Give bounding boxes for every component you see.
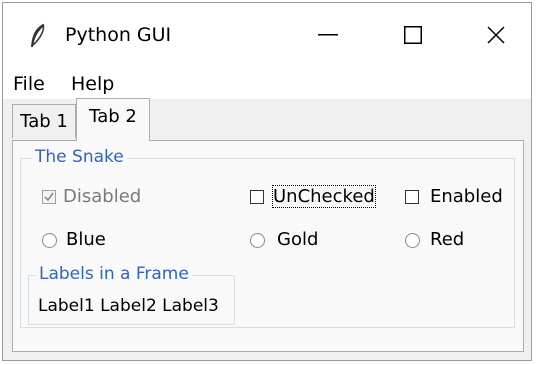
blue-radio-label[interactable]: Blue xyxy=(66,229,106,250)
snake-frame-title: The Snake xyxy=(32,147,127,167)
menu-help[interactable]: Help xyxy=(71,73,114,95)
unchecked-checkbox-label[interactable]: UnChecked xyxy=(272,185,376,208)
close-icon xyxy=(487,26,505,44)
disabled-checkbox-label: Disabled xyxy=(63,186,142,207)
maximize-button[interactable] xyxy=(378,3,448,67)
minimize-button[interactable] xyxy=(293,3,363,67)
menu-bar: File Help xyxy=(3,67,531,99)
unchecked-checkbox[interactable] xyxy=(250,190,264,204)
red-radio-label[interactable]: Red xyxy=(430,229,464,250)
close-button[interactable] xyxy=(461,3,531,67)
title-bar[interactable]: Python GUI xyxy=(3,3,531,67)
disabled-checkbox xyxy=(42,190,56,204)
tab-2[interactable]: Tab 2 xyxy=(76,98,150,141)
tab-1[interactable]: Tab 1 xyxy=(12,104,76,138)
maximize-icon xyxy=(404,26,422,44)
gold-radio-label[interactable]: Gold xyxy=(277,229,318,250)
labels-frame-text: Label1 Label2 Label3 xyxy=(38,296,219,316)
window-title: Python GUI xyxy=(65,24,172,46)
enabled-checkbox-label[interactable]: Enabled xyxy=(430,186,503,207)
enabled-checkbox[interactable] xyxy=(405,190,419,204)
menu-file[interactable]: File xyxy=(13,73,45,95)
blue-radio[interactable] xyxy=(42,233,57,248)
gold-radio[interactable] xyxy=(250,233,265,248)
feather-icon xyxy=(31,23,45,47)
labels-frame-title: Labels in a Frame xyxy=(36,264,192,284)
minimize-icon xyxy=(318,34,338,36)
red-radio[interactable] xyxy=(405,233,420,248)
check-icon xyxy=(44,192,54,202)
